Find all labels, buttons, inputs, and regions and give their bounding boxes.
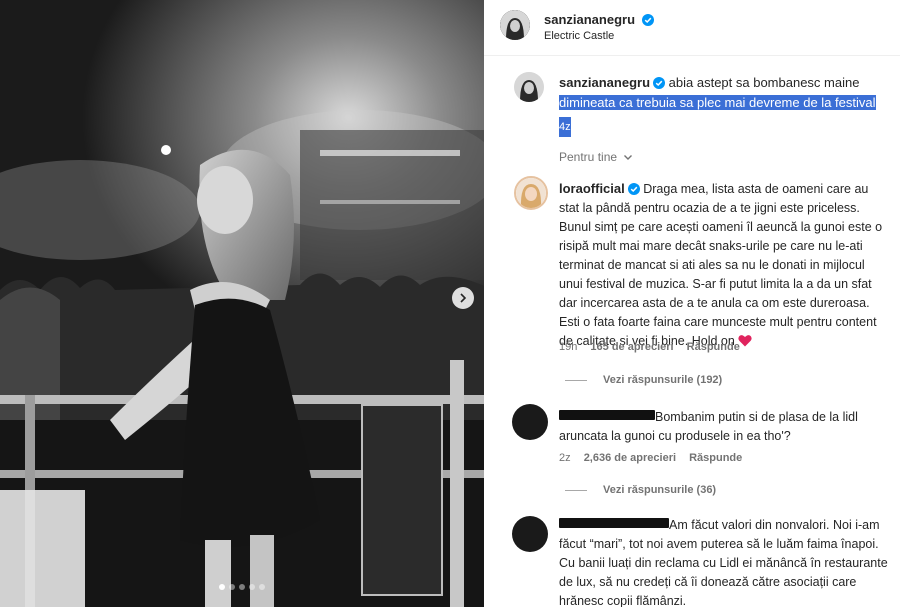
carousel-dot	[229, 584, 235, 590]
chevron-right-icon	[460, 293, 467, 303]
redacted-avatar[interactable]	[512, 404, 548, 440]
divider-line	[565, 489, 587, 491]
comment-username[interactable]: loraofficial	[559, 181, 625, 196]
verified-badge-icon	[627, 183, 640, 195]
avatar-image	[516, 178, 546, 208]
comment-meta: 19h 165 de aprecieri Răspunde	[559, 341, 740, 353]
caption-username[interactable]: sanziananegru	[559, 75, 650, 90]
redacted-avatar[interactable]	[512, 516, 548, 552]
reply-button[interactable]: Răspunde	[689, 452, 742, 464]
red-heart-icon	[738, 335, 752, 347]
comment-time[interactable]: 19h	[559, 341, 577, 353]
comments-filter-dropdown[interactable]: Pentru tine	[559, 150, 634, 164]
carousel-dot	[219, 584, 225, 590]
avatar-image	[514, 72, 544, 102]
author-avatar[interactable]	[500, 10, 530, 40]
view-replies-button[interactable]: Vezi răspunsurile (192)	[565, 374, 722, 386]
author-username[interactable]: sanziananegru	[544, 12, 635, 27]
comment-meta: 2z 2,636 de aprecieri Răspunde	[559, 452, 742, 464]
view-replies-button[interactable]: Vezi răspunsurile (36)	[565, 484, 716, 496]
post-location[interactable]: Electric Castle	[544, 30, 614, 42]
comment-text: Am făcut valori din nonvalori. Noi i-am …	[559, 518, 888, 607]
avatar-image	[500, 10, 530, 40]
post-photo[interactable]	[0, 0, 484, 607]
photo-image	[0, 0, 484, 607]
divider-line	[565, 379, 587, 381]
commenter-avatar[interactable]	[514, 176, 548, 210]
verified-badge-icon	[642, 14, 655, 26]
chevron-down-icon	[624, 155, 633, 160]
reply-button[interactable]: Răspunde	[687, 341, 740, 353]
comment-likes[interactable]: 165 de aprecieri	[590, 341, 673, 353]
carousel-indicator	[0, 584, 484, 590]
comment-body: Am făcut valori din nonvalori. Noi i-am …	[559, 516, 891, 607]
comment-time[interactable]: 2z	[559, 452, 571, 464]
post-caption: sanziananegru abia astept sa bombanesc m…	[559, 73, 889, 137]
comment-body: loraofficial Draga mea, lista asta de oa…	[559, 179, 887, 351]
post-sidebar: sanziananegru Electric Castle sanzianane…	[484, 0, 900, 607]
caption-text-part2: dimineata ca trebuia sa plec mai devreme…	[559, 95, 876, 110]
redacted-username	[559, 410, 655, 420]
comment-likes[interactable]: 2,636 de aprecieri	[584, 452, 676, 464]
next-photo-button[interactable]	[452, 287, 474, 309]
view-replies-label: Vezi răspunsurile (36)	[603, 484, 717, 496]
carousel-dot	[259, 584, 265, 590]
caption-timestamp[interactable]: 4z	[559, 117, 571, 137]
caption-text-part1: abia astept sa bombanesc maine	[668, 75, 860, 90]
post-header: sanziananegru Electric Castle	[484, 0, 900, 56]
comments-filter-label: Pentru tine	[559, 150, 618, 164]
carousel-dot	[249, 584, 255, 590]
view-replies-label: Vezi răspunsurile (192)	[603, 374, 723, 386]
verified-badge-icon	[653, 77, 666, 89]
carousel-dot	[239, 584, 245, 590]
redacted-username	[559, 518, 669, 528]
comment-body: Bombanim putin si de plasa de la lidl ar…	[559, 408, 889, 446]
comment-text: Draga mea, lista asta de oameni care au …	[559, 182, 883, 348]
caption-author-avatar[interactable]	[514, 72, 544, 102]
